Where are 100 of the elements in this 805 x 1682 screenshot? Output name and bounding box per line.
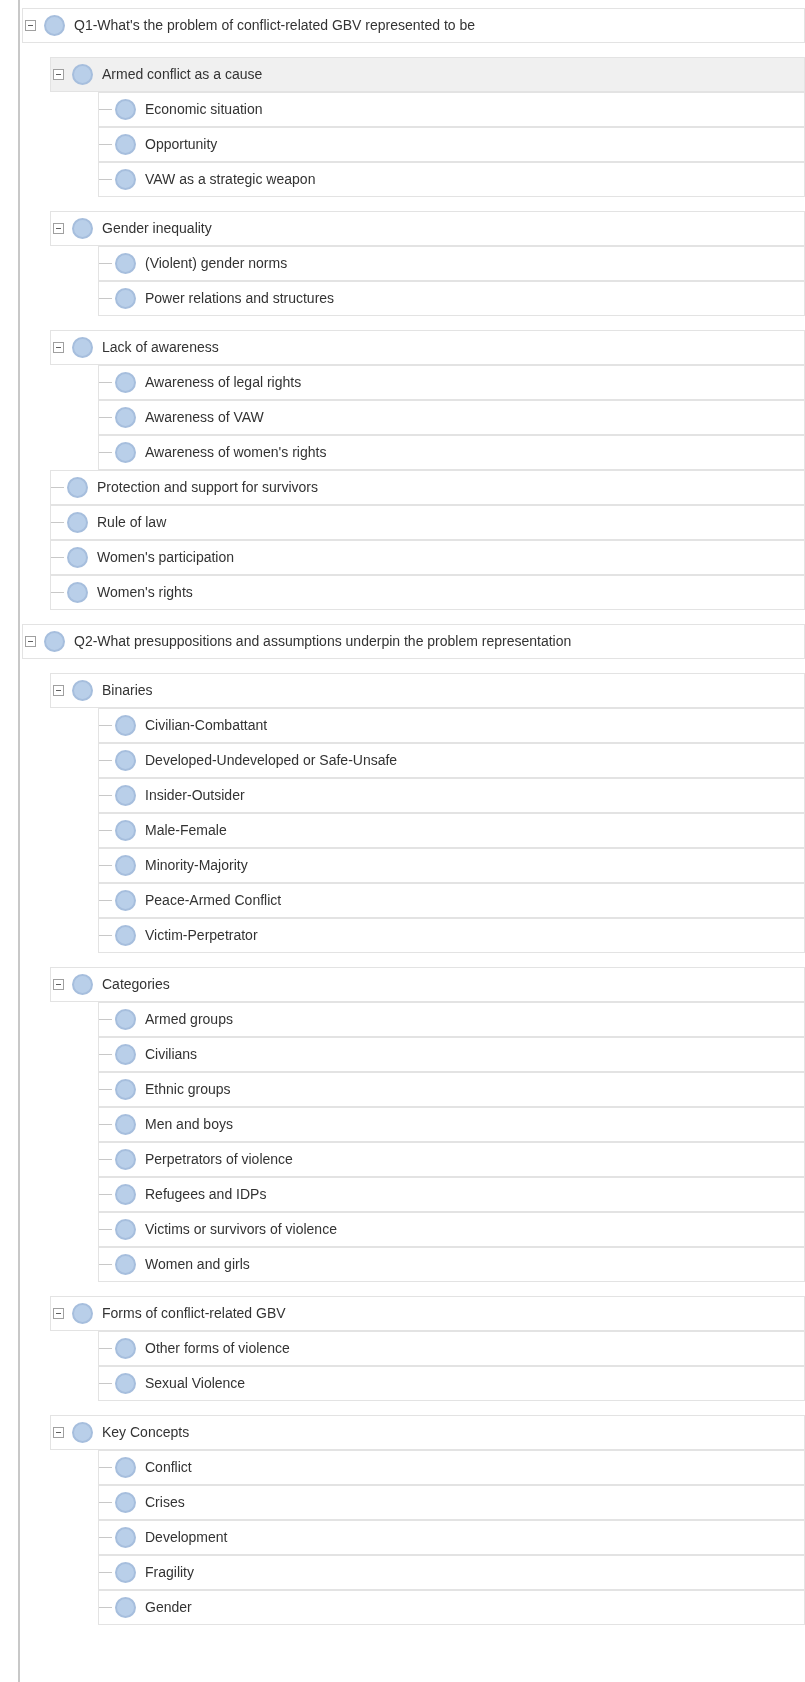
node-icon: [115, 1597, 136, 1618]
tree-item[interactable]: Victim-Perpetrator: [98, 918, 805, 953]
tree-item[interactable]: Ethnic groups: [98, 1072, 805, 1107]
tree-item[interactable]: Women's rights: [50, 575, 805, 610]
node-label: Q2-What presuppositions and assumptions underpin the problem representation: [74, 632, 572, 651]
node-icon: [115, 253, 136, 274]
tree-item[interactable]: Minority-Majority: [98, 848, 805, 883]
node-label: Gender: [145, 1598, 192, 1617]
node-icon: [115, 134, 136, 155]
node-icon: [115, 1457, 136, 1478]
tree-item[interactable]: Power relations and structures: [98, 281, 805, 316]
tree-item[interactable]: Forms of conflict-related GBV: [50, 1296, 805, 1331]
node-label: Developed-Undeveloped or Safe-Unsafe: [145, 751, 398, 770]
node-icon: [115, 1184, 136, 1205]
node-label: VAW as a strategic weapon: [145, 170, 316, 189]
tree-item[interactable]: Male-Female: [98, 813, 805, 848]
node-icon: [115, 715, 136, 736]
node-label: Victim-Perpetrator: [145, 926, 258, 945]
node-icon: [67, 582, 88, 603]
node-icon: [115, 372, 136, 393]
collapse-icon[interactable]: [53, 685, 64, 696]
tree-item[interactable]: Refugees and IDPs: [98, 1177, 805, 1212]
tree-item[interactable]: Q1-What's the problem of conflict-related GBV represented to be: [22, 8, 805, 43]
node-icon: [115, 1219, 136, 1240]
tree-item[interactable]: Conflict: [98, 1450, 805, 1485]
node-label: Q1-What's the problem of conflict-related GBV represented to be: [74, 16, 476, 35]
node-label: Armed groups: [145, 1010, 233, 1029]
collapse-icon[interactable]: [25, 20, 36, 31]
tree-item[interactable]: VAW as a strategic weapon: [98, 162, 805, 197]
node-icon: [115, 407, 136, 428]
tree-item[interactable]: Peace-Armed Conflict: [98, 883, 805, 918]
tree-item[interactable]: Awareness of VAW: [98, 400, 805, 435]
node-icon: [67, 547, 88, 568]
tree-item[interactable]: Opportunity: [98, 127, 805, 162]
node-label: Lack of awareness: [102, 338, 219, 357]
tree-item[interactable]: Women and girls: [98, 1247, 805, 1282]
collapse-icon[interactable]: [53, 1427, 64, 1438]
node-icon: [115, 925, 136, 946]
node-icon: [115, 1009, 136, 1030]
node-label: Civilians: [145, 1045, 198, 1064]
tree-item[interactable]: Civilians: [98, 1037, 805, 1072]
tree-item[interactable]: Men and boys: [98, 1107, 805, 1142]
tree-item[interactable]: Lack of awareness: [50, 330, 805, 365]
tree-item[interactable]: Armed groups: [98, 1002, 805, 1037]
node-icon: [72, 218, 93, 239]
node-icon: [115, 442, 136, 463]
node-label: Binaries: [102, 681, 153, 700]
tree-item[interactable]: Gender: [98, 1590, 805, 1625]
collapse-icon[interactable]: [53, 342, 64, 353]
node-label: Crises: [145, 1493, 185, 1512]
collapse-icon[interactable]: [53, 979, 64, 990]
tree-item[interactable]: Armed conflict as a cause: [50, 57, 805, 92]
tree-item[interactable]: (Violent) gender norms: [98, 246, 805, 281]
node-label: Male-Female: [145, 821, 227, 840]
tree-item[interactable]: Crises: [98, 1485, 805, 1520]
node-label: Categories: [102, 975, 170, 994]
collapse-icon[interactable]: [25, 636, 36, 647]
tree-item[interactable]: Gender inequality: [50, 211, 805, 246]
node-icon: [115, 99, 136, 120]
node-icon: [115, 1254, 136, 1275]
node-icon: [72, 974, 93, 995]
collapse-icon[interactable]: [53, 223, 64, 234]
tree-item[interactable]: Categories: [50, 967, 805, 1002]
tree-item[interactable]: Other forms of violence: [98, 1331, 805, 1366]
node-label: Women's participation: [97, 548, 235, 567]
tree-item[interactable]: Protection and support for survivors: [50, 470, 805, 505]
tree-item[interactable]: Awareness of legal rights: [98, 365, 805, 400]
tree-item[interactable]: Developed-Undeveloped or Safe-Unsafe: [98, 743, 805, 778]
tree-item[interactable]: Key Concepts: [50, 1415, 805, 1450]
node-label: Key Concepts: [102, 1423, 190, 1442]
tree-item[interactable]: Q2-What presuppositions and assumptions underpin the problem representation: [22, 624, 805, 659]
node-label: Conflict: [145, 1458, 192, 1477]
node-icon: [115, 169, 136, 190]
node-label: Fragility: [145, 1563, 194, 1582]
tree-item[interactable]: Development: [98, 1520, 805, 1555]
tree-item[interactable]: Insider-Outsider: [98, 778, 805, 813]
tree-item[interactable]: Perpetrators of violence: [98, 1142, 805, 1177]
tree-item[interactable]: Rule of law: [50, 505, 805, 540]
collapse-icon[interactable]: [53, 1308, 64, 1319]
node-icon: [115, 1562, 136, 1583]
collapse-icon[interactable]: [53, 69, 64, 80]
node-icon: [115, 890, 136, 911]
tree-item[interactable]: Fragility: [98, 1555, 805, 1590]
node-label: Awareness of legal rights: [145, 373, 302, 392]
tree-item[interactable]: Sexual Violence: [98, 1366, 805, 1401]
node-label: Protection and support for survivors: [97, 478, 318, 497]
tree-item[interactable]: Women's participation: [50, 540, 805, 575]
node-icon: [115, 288, 136, 309]
node-label: Awareness of VAW: [145, 408, 264, 427]
tree-item[interactable]: Economic situation: [98, 92, 805, 127]
node-label: Power relations and structures: [145, 289, 335, 308]
tree-item[interactable]: Awareness of women's rights: [98, 435, 805, 470]
node-label: Insider-Outsider: [145, 786, 245, 805]
node-icon: [115, 1079, 136, 1100]
tree-item[interactable]: Binaries: [50, 673, 805, 708]
node-label: Women's rights: [97, 583, 193, 602]
node-label: Peace-Armed Conflict: [145, 891, 282, 910]
tree-item[interactable]: Victims or survivors of violence: [98, 1212, 805, 1247]
node-label: Gender inequality: [102, 219, 212, 238]
tree-item[interactable]: Civilian-Combattant: [98, 708, 805, 743]
